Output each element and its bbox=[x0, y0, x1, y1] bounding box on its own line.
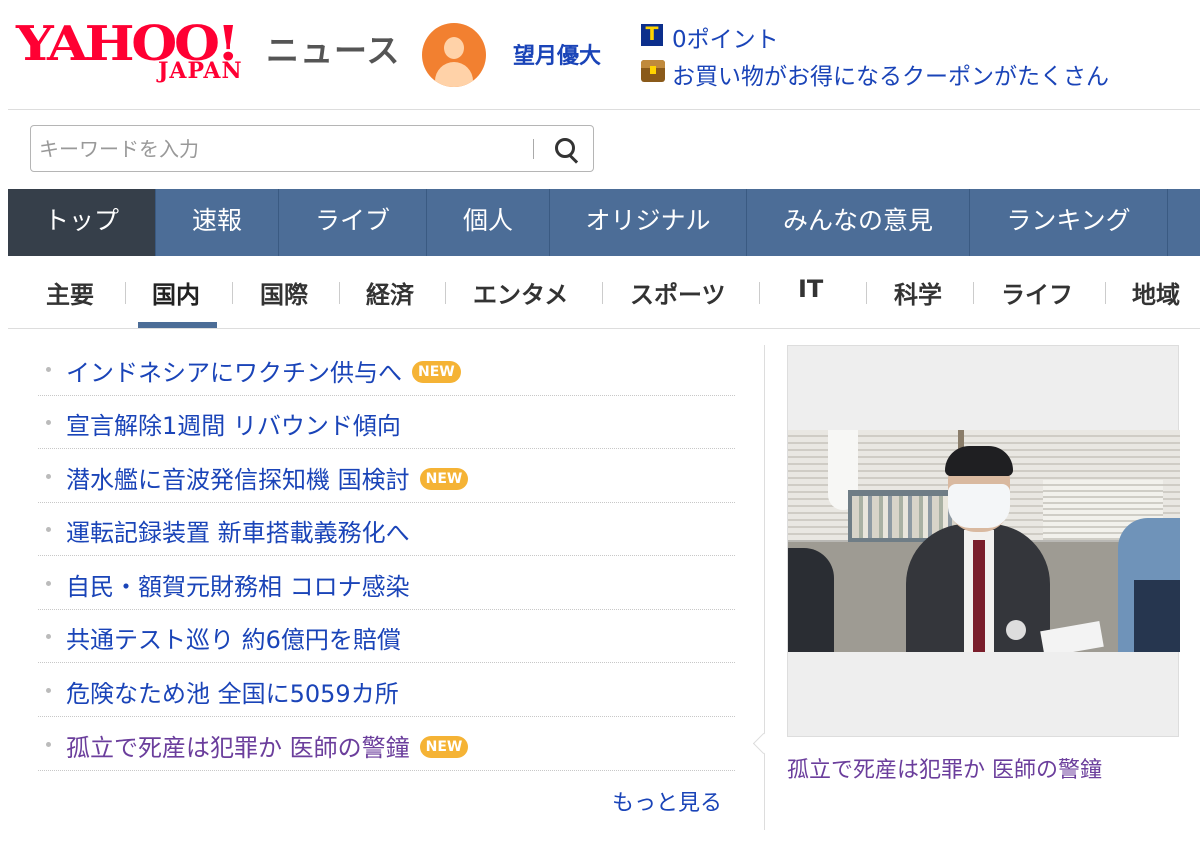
category-separator bbox=[1105, 282, 1106, 304]
points-link[interactable]: 0ポイント bbox=[672, 20, 779, 54]
speaker-tie-shape bbox=[973, 540, 985, 652]
main-tab-top[interactable]: トップ bbox=[8, 189, 156, 256]
category-separator bbox=[445, 282, 446, 304]
search-separator bbox=[533, 139, 534, 159]
coupon-link[interactable]: お買い物がお得になるクーポンがたくさん bbox=[672, 57, 1109, 91]
topic-link[interactable]: 運転記録装置 新車搭載義務化へ bbox=[66, 513, 410, 548]
left-person-shape bbox=[788, 548, 834, 652]
feature-caption-link[interactable]: 孤立で死産は犯罪か 医師の警鐘 bbox=[787, 752, 1102, 784]
header-divider bbox=[8, 109, 1200, 110]
username-link[interactable]: 望月優大 bbox=[513, 38, 601, 70]
topic-link[interactable]: 自民・額賀元財務相 コロナ感染 bbox=[66, 567, 410, 602]
new-badge: NEW bbox=[412, 361, 461, 383]
topic-title: 運転記録装置 新車搭載義務化へ bbox=[66, 519, 410, 547]
bullet-icon bbox=[46, 742, 51, 747]
category-tab-main[interactable]: 主要 bbox=[46, 275, 94, 310]
category-separator bbox=[759, 282, 760, 304]
main-tab-overflow[interactable] bbox=[1168, 189, 1200, 256]
panel-divider bbox=[764, 345, 765, 830]
yahoo-logo[interactable]: YAHOO! JAPAN bbox=[16, 16, 260, 86]
bullet-icon bbox=[46, 367, 51, 372]
topic-item: 宣言解除1週間 リバウンド傾向 bbox=[38, 396, 735, 449]
active-category-indicator bbox=[138, 322, 217, 328]
new-badge: NEW bbox=[419, 736, 469, 758]
category-separator bbox=[125, 282, 126, 304]
bullet-icon bbox=[46, 474, 51, 479]
service-name[interactable]: ニュース bbox=[266, 24, 400, 72]
logo-japan: JAPAN bbox=[158, 58, 243, 84]
category-tab-economy[interactable]: 経済 bbox=[366, 275, 414, 310]
bullet-icon bbox=[46, 688, 51, 693]
bullet-icon bbox=[46, 581, 51, 586]
topic-title: 共通テスト巡り 約6億円を賠償 bbox=[66, 626, 401, 654]
bullet-icon bbox=[46, 527, 51, 532]
category-tab-it[interactable]: IT bbox=[798, 275, 823, 303]
more-link[interactable]: もっと見る bbox=[612, 785, 722, 817]
topic-item: 潜水艦に音波発信探知機 国検討 NEW bbox=[38, 450, 735, 503]
topic-title: 危険なため池 全国に5059カ所 bbox=[66, 680, 399, 708]
topic-item: インドネシアにワクチン供与へ NEW bbox=[38, 343, 735, 396]
chest-lock bbox=[650, 66, 656, 74]
category-tab-domestic[interactable]: 国内 bbox=[152, 275, 200, 310]
feature-image-frame[interactable] bbox=[787, 345, 1180, 737]
face-mask-shape bbox=[948, 484, 1010, 528]
category-separator bbox=[866, 282, 867, 304]
topic-title: インドネシアにワクチン供与へ bbox=[66, 359, 402, 387]
bullet-icon bbox=[46, 634, 51, 639]
main-tab-breaking[interactable]: 速報 bbox=[156, 189, 279, 256]
topic-item: 自民・額賀元財務相 コロナ感染 bbox=[38, 557, 735, 610]
microphone-shape bbox=[1006, 620, 1026, 640]
feature-photo bbox=[788, 430, 1180, 652]
category-tab-life[interactable]: ライフ bbox=[1001, 275, 1073, 310]
new-badge: NEW bbox=[419, 468, 469, 490]
topic-link[interactable]: インドネシアにワクチン供与へ NEW bbox=[66, 353, 461, 388]
avatar[interactable] bbox=[422, 23, 486, 87]
category-tab-world[interactable]: 国際 bbox=[260, 275, 308, 310]
search-button[interactable] bbox=[545, 130, 585, 168]
topic-link[interactable]: 共通テスト巡り 約6億円を賠償 bbox=[66, 620, 401, 655]
category-separator bbox=[232, 282, 233, 304]
right-person-jacket-shape bbox=[1134, 580, 1180, 652]
tpoint-mark: T bbox=[645, 23, 659, 45]
topic-link[interactable]: 危険なため池 全国に5059カ所 bbox=[66, 674, 399, 709]
topic-title: 自民・額賀元財務相 コロナ感染 bbox=[66, 573, 410, 601]
main-tab-ranking[interactable]: ランキング bbox=[970, 189, 1168, 256]
avatar-head-shape bbox=[444, 37, 464, 59]
category-separator bbox=[973, 282, 974, 304]
topic-title: 孤立で死産は犯罪か 医師の警鐘 bbox=[66, 734, 410, 762]
main-tab-original[interactable]: オリジナル bbox=[550, 189, 747, 256]
category-tab-science[interactable]: 科学 bbox=[894, 275, 942, 310]
treasure-chest-icon bbox=[641, 60, 665, 82]
search-input[interactable] bbox=[39, 134, 519, 163]
main-tab-live[interactable]: ライブ bbox=[279, 189, 427, 256]
search-icon-handle bbox=[568, 154, 579, 164]
main-tab-individual[interactable]: 個人 bbox=[427, 189, 550, 256]
topic-item: 危険なため池 全国に5059カ所 bbox=[38, 664, 735, 717]
main-nav: トップ 速報 ライブ 個人 オリジナル みんなの意見 ランキング bbox=[8, 189, 1200, 256]
topic-title: 宣言解除1週間 リバウンド傾向 bbox=[66, 412, 401, 440]
category-separator bbox=[602, 282, 603, 304]
topic-link[interactable]: 孤立で死産は犯罪か 医師の警鐘 NEW bbox=[66, 728, 469, 763]
search-box bbox=[30, 125, 594, 172]
topic-link[interactable]: 宣言解除1週間 リバウンド傾向 bbox=[66, 406, 401, 441]
category-tab-local[interactable]: 地域 bbox=[1132, 275, 1180, 310]
tpoint-icon: T bbox=[641, 23, 663, 46]
topic-link[interactable]: 潜水艦に音波発信探知機 国検討 NEW bbox=[66, 460, 469, 495]
category-tab-sports[interactable]: スポーツ bbox=[630, 275, 726, 310]
avatar-body-shape bbox=[435, 62, 473, 87]
panel-pointer bbox=[752, 732, 775, 755]
topic-title: 潜水艦に音波発信探知機 国検討 bbox=[66, 466, 410, 494]
category-tab-entertainment[interactable]: エンタメ bbox=[473, 275, 568, 310]
topic-item: 孤立で死産は犯罪か 医師の警鐘 NEW bbox=[38, 718, 735, 771]
speaker-hair-shape bbox=[945, 446, 1013, 476]
category-nav: 主要 国内 国際 経済 エンタメ スポーツ IT 科学 ライフ 地域 bbox=[8, 257, 1200, 329]
topic-item: 共通テスト巡り 約6億円を賠償 bbox=[38, 610, 735, 663]
category-separator bbox=[339, 282, 340, 304]
bullet-icon bbox=[46, 420, 51, 425]
main-tab-opinions[interactable]: みんなの意見 bbox=[747, 189, 970, 256]
topic-item: 運転記録装置 新車搭載義務化へ bbox=[38, 503, 735, 556]
